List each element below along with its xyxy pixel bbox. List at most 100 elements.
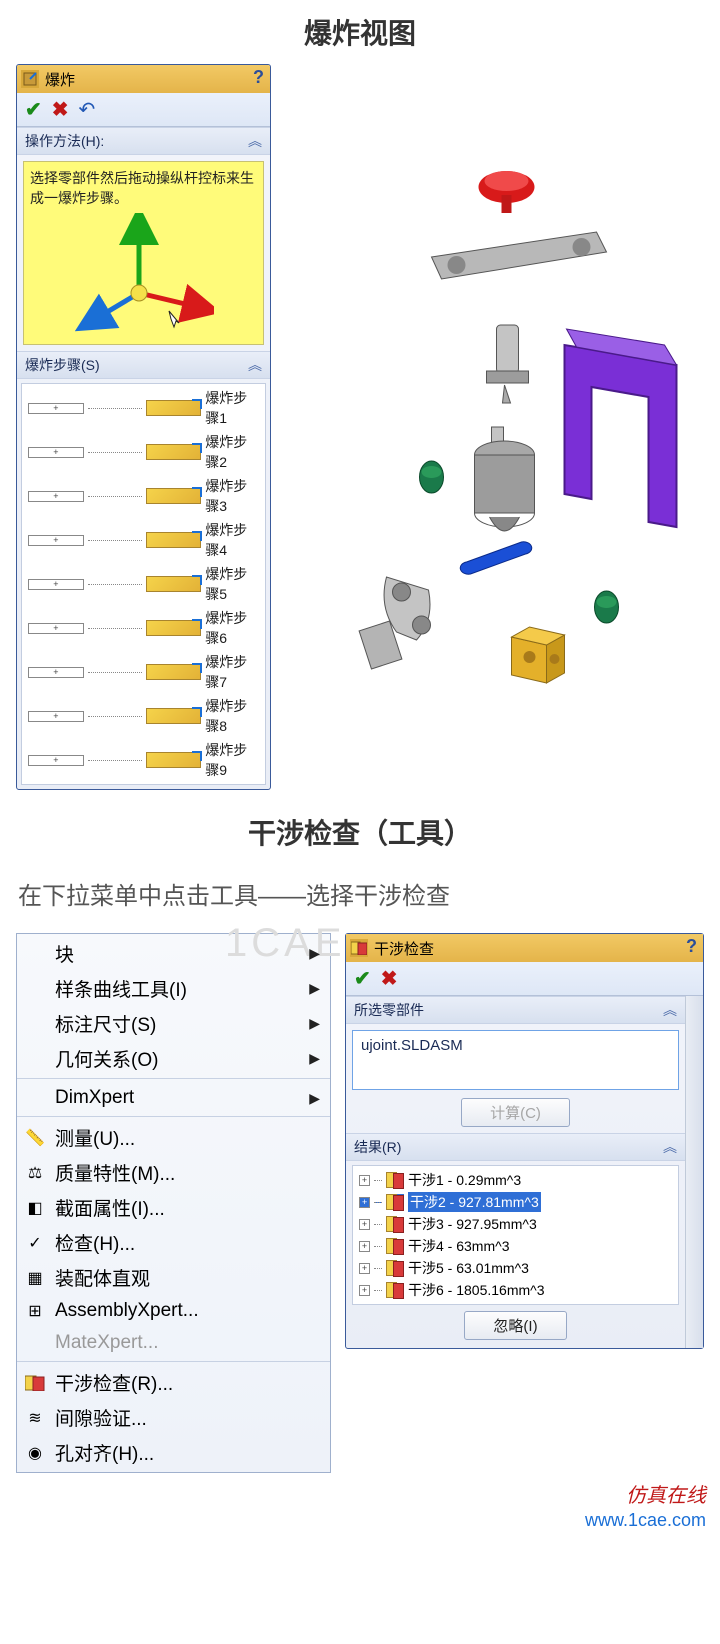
expand-icon[interactable]: +	[28, 755, 84, 766]
expand-icon[interactable]: +	[28, 535, 84, 546]
results-header[interactable]: 结果(R) ︽	[346, 1133, 685, 1161]
menu-item[interactable]: ◧截面属性(I)...	[17, 1190, 330, 1225]
expand-icon[interactable]: +	[359, 1175, 370, 1186]
menu-item[interactable]: ◉孔对齐(H)...	[17, 1435, 330, 1470]
menu-item[interactable]: 样条曲线工具(I)▶	[17, 971, 330, 1006]
explode-step-item[interactable]: +爆炸步骤3	[22, 474, 265, 518]
step-icon	[146, 708, 202, 724]
menu-label: 样条曲线工具(I)	[55, 975, 187, 1002]
measure-icon: 📏	[23, 1126, 47, 1150]
expand-icon[interactable]: +	[359, 1219, 370, 1230]
cancel-icon[interactable]: ✖	[52, 97, 69, 122]
expand-icon[interactable]: +	[359, 1263, 370, 1274]
instruction-text: 在下拉菜单中点击工具——选择干涉检查	[0, 864, 720, 923]
help-icon[interactable]: ?	[253, 67, 264, 88]
interference-icon	[386, 1194, 404, 1210]
expand-icon[interactable]: +	[28, 623, 84, 634]
menu-item[interactable]: 标注尺寸(S)▶	[17, 1006, 330, 1041]
menu-item[interactable]: ⊞AssemblyXpert...	[17, 1295, 330, 1327]
expand-icon[interactable]: +	[28, 711, 84, 722]
chevron-up-icon: ︽	[663, 1137, 677, 1157]
menu-item[interactable]: DimXpert▶	[17, 1082, 330, 1117]
explode-step-item[interactable]: + 爆炸步骤7	[22, 650, 265, 694]
expand-icon[interactable]: +	[28, 491, 84, 502]
blank-icon	[23, 977, 47, 1001]
result-item[interactable]: +干涉4 - 63mm^3	[353, 1235, 678, 1257]
ok-icon[interactable]: ✔	[25, 97, 42, 122]
footer-brand: 仿真在线	[626, 1485, 706, 1507]
blank-icon	[23, 1047, 47, 1071]
expand-icon[interactable]: +	[28, 667, 84, 678]
scrollbar[interactable]	[685, 996, 703, 1348]
confirm-toolbar: ✔ ✖ ↶	[17, 93, 270, 127]
menu-item[interactable]: 块▶	[17, 936, 330, 971]
interf-titlebar: 干涉检查 ?	[346, 934, 703, 962]
step-icon	[146, 400, 202, 416]
cancel-icon[interactable]: ✖	[381, 966, 398, 991]
menu-label: 几何关系(O)	[55, 1045, 158, 1072]
expand-icon[interactable]: +	[359, 1285, 370, 1296]
explode-step-item[interactable]: +爆炸步骤4	[22, 518, 265, 562]
expand-icon[interactable]: +	[28, 447, 84, 458]
triad-manipulator[interactable]	[30, 208, 257, 338]
menu-item[interactable]: ≋间隙验证...	[17, 1400, 330, 1435]
expand-icon[interactable]: +	[359, 1241, 370, 1252]
step-label: 爆炸步骤7	[205, 652, 259, 692]
menu-label: MateXpert...	[55, 1332, 159, 1354]
interf-confirm-row: ✔ ✖	[346, 962, 703, 996]
help-icon[interactable]: ?	[686, 936, 697, 957]
expand-icon[interactable]: +	[359, 1197, 370, 1208]
submenu-arrow-icon: ▶	[309, 1015, 320, 1032]
step-icon	[146, 444, 202, 460]
axpert-icon: ⊞	[23, 1299, 47, 1323]
menu-item[interactable]: 📏 测量(U)...	[17, 1120, 330, 1155]
selected-components-list[interactable]: ujoint.SLDASM	[352, 1030, 679, 1090]
selcomp-label: 所选零部件	[354, 1000, 424, 1020]
explode-step-item[interactable]: +爆炸步骤2	[22, 430, 265, 474]
ignore-button[interactable]: 忽略(I)	[464, 1311, 566, 1340]
explode-step-item[interactable]: +爆炸步骤1	[22, 386, 265, 430]
menu-item[interactable]: ✓检查(H)...	[17, 1225, 330, 1260]
section1-title: 爆炸视图	[0, 12, 720, 52]
selcomp-item[interactable]: ujoint.SLDASM	[361, 1037, 463, 1054]
step-label: 爆炸步骤5	[205, 564, 259, 604]
explode-icon	[21, 70, 39, 88]
menu-item[interactable]: ▦装配体直观	[17, 1260, 330, 1295]
undo-icon[interactable]: ↶	[79, 97, 96, 122]
method-header[interactable]: 操作方法(H): ︽	[17, 127, 270, 155]
menu-label: 测量(U)...	[55, 1124, 135, 1151]
menu-label: 质量特性(M)...	[55, 1159, 175, 1186]
explode-step-item[interactable]: +爆炸步骤6	[22, 606, 265, 650]
explode-step-item[interactable]: +爆炸步骤8	[22, 694, 265, 738]
result-label: 干涉6 - 1805.16mm^3	[408, 1280, 545, 1300]
menu-item: MateXpert...	[17, 1327, 330, 1362]
explode-title: 爆炸	[45, 69, 75, 90]
ok-icon[interactable]: ✔	[354, 966, 371, 991]
result-item[interactable]: +干涉1 - 0.29mm^3	[353, 1169, 678, 1191]
selcomp-header[interactable]: 所选零部件 ︽	[346, 996, 685, 1024]
result-item[interactable]: +干涉2 - 927.81mm^3	[353, 1191, 678, 1213]
submenu-arrow-icon: ▶	[309, 945, 320, 962]
steps-header[interactable]: 爆炸步骤(S) ︽	[17, 351, 270, 379]
expand-icon[interactable]: +	[28, 579, 84, 590]
exploded-3d-view[interactable]	[289, 64, 704, 790]
explode-step-item[interactable]: + 爆炸步骤5	[22, 562, 265, 606]
steps-header-label: 爆炸步骤(S)	[25, 355, 100, 375]
explode-step-item[interactable]: +爆炸步骤9	[22, 738, 265, 782]
menu-item[interactable]: 几何关系(O)▶	[17, 1041, 330, 1079]
menu-label: 孔对齐(H)...	[55, 1439, 154, 1466]
result-item[interactable]: + 干涉6 - 1805.16mm^3	[353, 1279, 678, 1301]
expand-icon[interactable]: +	[28, 403, 84, 414]
interference-icon	[386, 1216, 404, 1232]
menu-item[interactable]: 干涉检查(R)...	[17, 1365, 330, 1400]
result-item[interactable]: +干涉5 - 63.01mm^3	[353, 1257, 678, 1279]
interference-icon	[386, 1238, 404, 1254]
blank-icon	[23, 1012, 47, 1036]
explode-titlebar: 爆炸 ?	[17, 65, 270, 93]
result-label: 干涉3 - 927.95mm^3	[408, 1214, 537, 1234]
result-item[interactable]: + 干涉3 - 927.95mm^3	[353, 1213, 678, 1235]
menu-item[interactable]: ⚖质量特性(M)...	[17, 1155, 330, 1190]
footer-url: www.1cae.com	[14, 1510, 706, 1531]
menu-label: 检查(H)...	[55, 1229, 135, 1256]
calculate-button[interactable]: 计算(C)	[461, 1098, 570, 1127]
